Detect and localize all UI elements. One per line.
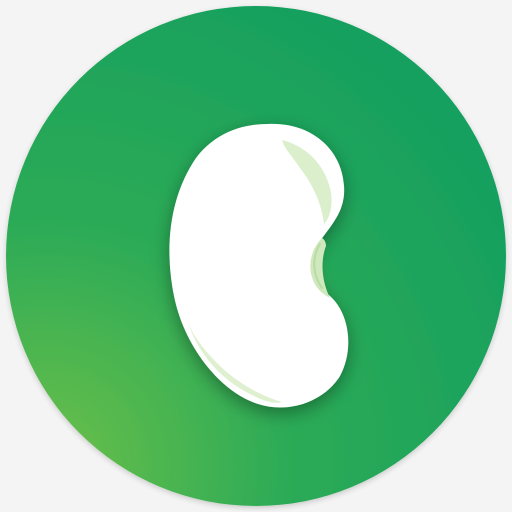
bean-logo-icon (6, 6, 506, 506)
app-icon (0, 0, 512, 512)
